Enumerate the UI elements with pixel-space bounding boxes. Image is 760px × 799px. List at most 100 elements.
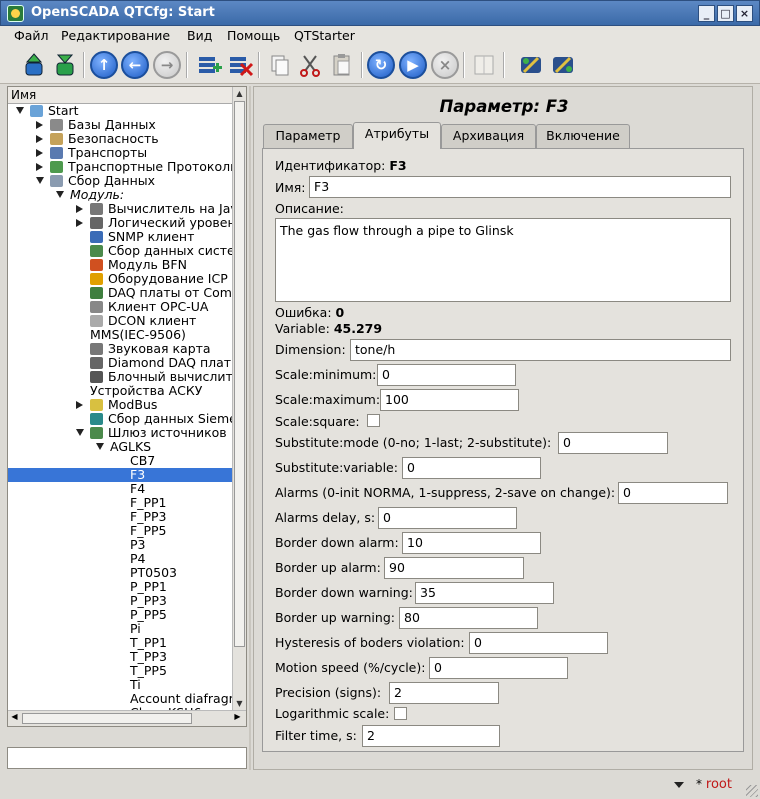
- tree-node[interactable]: T_PP3: [8, 650, 232, 664]
- maximize-button[interactable]: □: [717, 5, 734, 22]
- tree-node[interactable]: T_PP1: [8, 636, 232, 650]
- tree-node[interactable]: P_PP3: [8, 594, 232, 608]
- load-icon[interactable]: [20, 51, 48, 79]
- tree-node[interactable]: PT0503: [8, 566, 232, 580]
- border-up-warning-field[interactable]: 80: [399, 607, 538, 629]
- tree-node[interactable]: Модуль:: [8, 188, 232, 202]
- tree-node[interactable]: Сбор данных Siemens: [8, 412, 232, 426]
- navigation-tree[interactable]: Имя Start Базы Данных Безопасность Транспор…: [7, 86, 247, 727]
- tree-node[interactable]: Шлюз источников: [8, 426, 232, 440]
- collapse-arrow-icon[interactable]: [56, 191, 64, 198]
- expand-arrow-icon[interactable]: [36, 149, 43, 157]
- start-icon[interactable]: ▶: [399, 51, 427, 79]
- add-item-icon[interactable]: [195, 51, 223, 79]
- cut-icon[interactable]: [296, 51, 324, 79]
- forward-icon[interactable]: →: [153, 51, 181, 79]
- refresh-icon[interactable]: ↻: [367, 51, 395, 79]
- border-down-warning-field[interactable]: 35: [415, 582, 554, 604]
- tree-node[interactable]: F_PP3: [8, 510, 232, 524]
- tree-node[interactable]: Базы Данных: [8, 118, 232, 132]
- menu-edit[interactable]: Редактирование: [61, 27, 170, 44]
- tree-node[interactable]: F_PP5: [8, 524, 232, 538]
- tree-vertical-scrollbar[interactable]: ▲ ▼: [232, 87, 246, 710]
- tree-node[interactable]: Устройства АСКУ: [8, 384, 232, 398]
- tree-node[interactable]: DCON клиент: [8, 314, 232, 328]
- precision-field[interactable]: 2: [389, 682, 499, 704]
- copy-icon[interactable]: [265, 51, 293, 79]
- scroll-right-icon[interactable]: ▶: [231, 712, 244, 721]
- user-label[interactable]: root: [706, 777, 732, 792]
- hscroll-thumb[interactable]: [22, 713, 192, 724]
- minimize-button[interactable]: _: [698, 5, 715, 22]
- tree-node[interactable]: CB7: [8, 454, 232, 468]
- alarms-delay-field[interactable]: 0: [378, 507, 517, 529]
- menu-help[interactable]: Помощь: [227, 27, 280, 44]
- border-up-alarm-field[interactable]: 90: [384, 557, 524, 579]
- scroll-down-icon[interactable]: ▼: [233, 697, 246, 710]
- dimension-field[interactable]: tone/h: [350, 339, 731, 361]
- scroll-thumb[interactable]: [234, 101, 245, 647]
- tree-node[interactable]: Pi: [8, 622, 232, 636]
- manual-icon[interactable]: [470, 51, 498, 79]
- tree-node[interactable]: F_PP1: [8, 496, 232, 510]
- delete-item-icon[interactable]: [226, 51, 254, 79]
- expand-arrow-icon[interactable]: [76, 205, 83, 213]
- substitute-mode-field[interactable]: 0: [558, 432, 668, 454]
- menu-view[interactable]: Вид: [187, 27, 212, 44]
- tree-node[interactable]: Diamond DAQ платы: [8, 356, 232, 370]
- tree-node[interactable]: DAQ платы от Comedi: [8, 286, 232, 300]
- expand-arrow-icon[interactable]: [76, 401, 83, 409]
- scroll-up-icon[interactable]: ▲: [233, 87, 246, 100]
- tree-node[interactable]: T_PP5: [8, 664, 232, 678]
- border-down-alarm-field[interactable]: 10: [402, 532, 541, 554]
- collapse-arrow-icon[interactable]: [96, 443, 104, 450]
- tree-node[interactable]: Модуль BFN: [8, 258, 232, 272]
- save-icon[interactable]: [51, 51, 79, 79]
- tree-node[interactable]: P4: [8, 552, 232, 566]
- tree-node[interactable]: Оборудование ICP DAS: [8, 272, 232, 286]
- tab-enable[interactable]: Включение: [536, 124, 630, 148]
- resize-grip-icon[interactable]: [746, 785, 758, 797]
- tree-node[interactable]: Транспорты: [8, 146, 232, 160]
- tree-node[interactable]: Блочный вычислитель: [8, 370, 232, 384]
- dropdown-icon[interactable]: [674, 782, 684, 788]
- scale-square-checkbox[interactable]: [367, 414, 380, 427]
- tree-node[interactable]: SNMP клиент: [8, 230, 232, 244]
- tree-node[interactable]: F4: [8, 482, 232, 496]
- collapse-arrow-icon[interactable]: [76, 429, 84, 436]
- description-field[interactable]: The gas flow through a pipe to Glinsk: [275, 218, 731, 302]
- tab-archiving[interactable]: Архивация: [441, 124, 536, 148]
- tree-node[interactable]: Ti: [8, 678, 232, 692]
- name-field[interactable]: F3: [309, 176, 731, 198]
- menu-qtstarter[interactable]: QTStarter: [294, 27, 355, 44]
- tree-node[interactable]: Безопасность: [8, 132, 232, 146]
- scale-max-field[interactable]: 100: [380, 389, 519, 411]
- tree-node[interactable]: Сбор данных системы: [8, 244, 232, 258]
- tree-node[interactable]: F3: [8, 468, 232, 482]
- up-icon[interactable]: ↑: [90, 51, 118, 79]
- expand-arrow-icon[interactable]: [36, 121, 43, 129]
- tree-node[interactable]: Клиент OPC-UA: [8, 300, 232, 314]
- hysteresis-field[interactable]: 0: [469, 632, 608, 654]
- close-button[interactable]: ×: [736, 5, 753, 22]
- scroll-left-icon[interactable]: ◀: [8, 712, 21, 721]
- tree-node[interactable]: Account diafragm: [8, 692, 232, 706]
- panel-splitter[interactable]: [249, 86, 251, 770]
- tree-node[interactable]: ModBus: [8, 398, 232, 412]
- tree-filter-input[interactable]: [7, 747, 247, 769]
- scale-min-field[interactable]: 0: [377, 364, 516, 386]
- log-scale-checkbox[interactable]: [394, 707, 407, 720]
- collapse-arrow-icon[interactable]: [16, 107, 24, 114]
- tree-horizontal-scrollbar[interactable]: ◀ ▶: [8, 710, 246, 726]
- alarms-field[interactable]: 0: [618, 482, 728, 504]
- tree-node[interactable]: P_PP1: [8, 580, 232, 594]
- tree-header[interactable]: Имя: [8, 87, 232, 104]
- expand-arrow-icon[interactable]: [36, 135, 43, 143]
- tools-config-icon[interactable]: [549, 51, 577, 79]
- tab-parameter[interactable]: Параметр: [263, 124, 353, 148]
- expand-arrow-icon[interactable]: [36, 163, 43, 171]
- stop-icon[interactable]: ×: [431, 51, 459, 79]
- tree-node[interactable]: AGLKS: [8, 440, 232, 454]
- menu-file[interactable]: Файл: [14, 27, 49, 44]
- paste-icon[interactable]: [328, 51, 356, 79]
